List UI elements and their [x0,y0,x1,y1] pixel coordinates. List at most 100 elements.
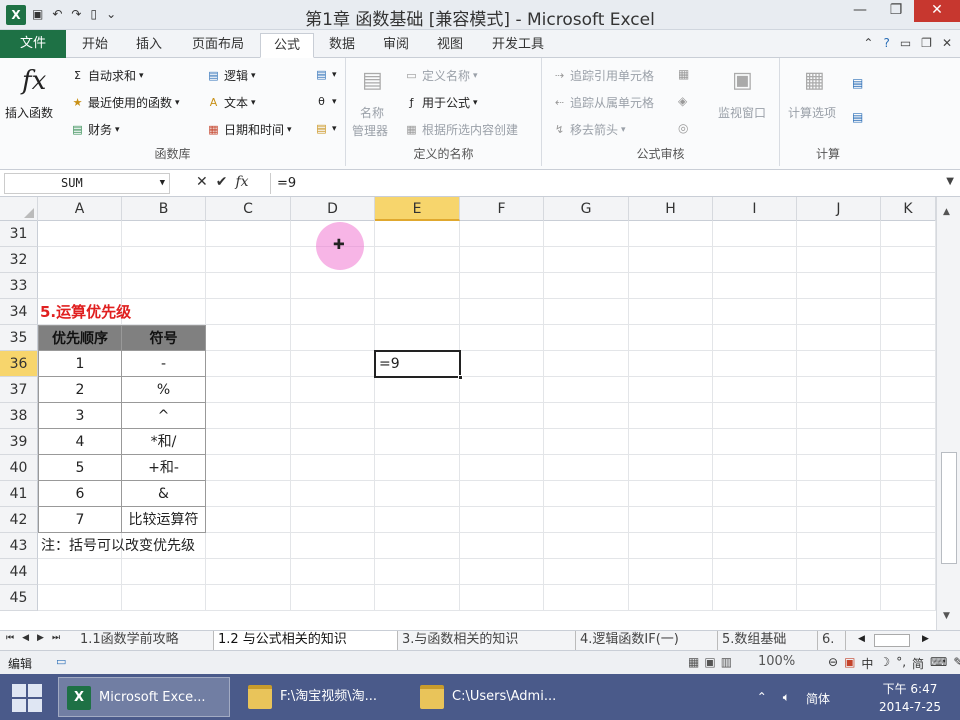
column-header-d[interactable]: D [291,197,375,221]
scroll-up-icon[interactable]: ▲ [943,207,950,217]
fill-handle[interactable] [458,375,463,380]
active-cell-e36[interactable]: =9 [374,350,463,380]
scroll-left-icon[interactable]: ◀ [858,634,865,644]
calculate-sheet-icon[interactable]: ▤ [852,110,863,124]
math-trig-button[interactable]: θ ▾ [314,94,336,109]
table-cell[interactable]: *和/ [122,429,206,455]
column-header-j[interactable]: J [797,197,881,221]
horizontal-scroll-thumb[interactable] [874,634,910,647]
minus-icon[interactable]: ⊖ [828,655,838,672]
row-header-44[interactable]: 44 [0,559,38,585]
select-all-corner[interactable] [0,197,38,221]
doc-restore-icon[interactable]: ❐ [921,36,932,50]
sheet-tab[interactable]: 6. [818,631,846,650]
next-sheet-icon[interactable]: ▶ [37,633,44,643]
page-layout-view-icon[interactable]: ▣ [704,655,715,669]
maximize-icon[interactable]: ❐ [878,0,914,22]
normal-view-icon[interactable]: ▦ [688,655,699,669]
ime-simplified[interactable]: 简 [912,655,924,672]
tab-file[interactable]: 文件 [0,30,66,58]
row-header-39[interactable]: 39 [0,429,38,455]
clock[interactable]: 下午 6:47 2014-7-25 [870,680,950,716]
more-functions-button[interactable]: ▤ ▾ [314,121,336,136]
page-break-view-icon[interactable]: ▥ [721,655,732,669]
wrench-icon[interactable]: ✎ [953,655,960,672]
sheet-tab[interactable]: 3.与函数相关的知识 [398,631,576,650]
tab-insert[interactable]: 插入 [124,33,174,58]
table-cell[interactable]: 1 [38,351,122,377]
lookup-button[interactable]: ▤ ▾ [314,67,336,82]
watch-window-button[interactable]: 监视窗口 [718,104,766,121]
column-header-b[interactable]: B [122,197,206,221]
keyboard-icon[interactable]: ⌨ [930,655,947,672]
prev-sheet-icon[interactable]: ◀ [22,633,29,643]
row-header-32[interactable]: 32 [0,247,38,273]
first-sheet-icon[interactable]: ⏮ [6,633,14,643]
autosum-button[interactable]: Σ 自动求和 ▾ [70,67,144,84]
table-cell[interactable]: 5 [38,455,122,481]
column-header-i[interactable]: I [713,197,797,221]
table-header[interactable]: 优先顺序 [38,325,122,351]
tab-developer[interactable]: 开发工具 [480,33,556,58]
moon-icon[interactable]: ☽ [879,655,890,672]
cancel-icon[interactable]: ✕ [196,174,208,190]
input-language[interactable]: 简体 [806,690,830,707]
start-windows-icon[interactable] [8,682,44,712]
row-header-45[interactable]: 45 [0,585,38,611]
row-header-33[interactable]: 33 [0,273,38,299]
create-from-selection-button[interactable]: ▦ 根据所选内容创建 [404,121,518,138]
column-header-g[interactable]: G [544,197,629,221]
name-box[interactable]: SUM ▼ [4,173,170,194]
table-cell[interactable]: 2 [38,377,122,403]
recent-functions-button[interactable]: ★ 最近使用的函数 ▾ [70,94,180,111]
trace-dependents-button[interactable]: ⇠ 追踪从属单元格 [552,94,654,111]
taskbar-excel[interactable]: X Microsoft Exce... [58,677,230,717]
vertical-scroll-thumb[interactable] [941,452,957,564]
column-header-c[interactable]: C [206,197,291,221]
column-header-h[interactable]: H [629,197,713,221]
taskbar-folder-1[interactable]: F:\淘宝视频\淘... [240,677,406,717]
formula-input[interactable]: =9 [270,173,934,194]
scroll-down-icon[interactable]: ▼ [943,611,950,621]
row-header-34[interactable]: 34 [0,299,38,325]
financial-button[interactable]: ▤ 财务 ▾ [70,121,119,138]
taskbar-folder-2[interactable]: C:\Users\Admi... [412,677,578,717]
table-cell[interactable]: ^ [122,403,206,429]
column-header-e[interactable]: E [375,197,460,221]
tab-formulas[interactable]: 公式 [260,33,314,58]
row-header-38[interactable]: 38 [0,403,38,429]
last-sheet-icon[interactable]: ⏭ [52,633,60,643]
help-icon[interactable]: ? [883,36,889,50]
table-cell[interactable]: +和- [122,455,206,481]
doc-close-icon[interactable]: ✕ [942,36,952,50]
table-cell[interactable]: % [122,377,206,403]
minimize-icon[interactable]: — [842,0,878,22]
table-cell[interactable]: - [122,351,206,377]
insert-function-button[interactable]: 插入函数 [5,104,53,121]
column-header-k[interactable]: K [881,197,936,221]
table-cell[interactable]: 6 [38,481,122,507]
show-formulas-icon[interactable]: ▦ [678,67,689,81]
name-box-dropdown-icon[interactable]: ▼ [160,174,165,193]
punctuation-icon[interactable]: °, [896,655,906,672]
worksheet-grid[interactable]: ABCDEFGHIJK 31 32 33 34 35 36 37 38 39 40 41 42 43 44… [0,197,936,630]
table-cell[interactable]: & [122,481,206,507]
ime-logo-icon[interactable]: ▣ [844,655,855,672]
row-header-40[interactable]: 40 [0,455,38,481]
doc-minimize-icon[interactable]: ▭ [900,36,911,50]
column-header-a[interactable]: A [38,197,122,221]
tab-view[interactable]: 视图 [426,33,474,58]
scroll-right-icon[interactable]: ▶ [922,634,929,644]
text-button[interactable]: A 文本 ▾ [206,94,256,111]
table-cell[interactable]: 3 [38,403,122,429]
ime-chinese[interactable]: 中 [861,655,873,672]
tab-home[interactable]: 开始 [70,33,120,58]
row-header-36[interactable]: 36 [0,351,38,377]
zoom-level[interactable]: 100% [758,654,795,669]
name-manager-button[interactable]: 名称 [360,104,384,121]
sheet-tab[interactable]: 1.2 与公式相关的知识 [214,631,398,650]
row-header-35[interactable]: 35 [0,325,38,351]
volume-icon[interactable]: 🔈︎ [783,690,790,707]
close-icon[interactable]: ✕ [914,0,960,22]
calculate-now-icon[interactable]: ▤ [852,76,863,90]
